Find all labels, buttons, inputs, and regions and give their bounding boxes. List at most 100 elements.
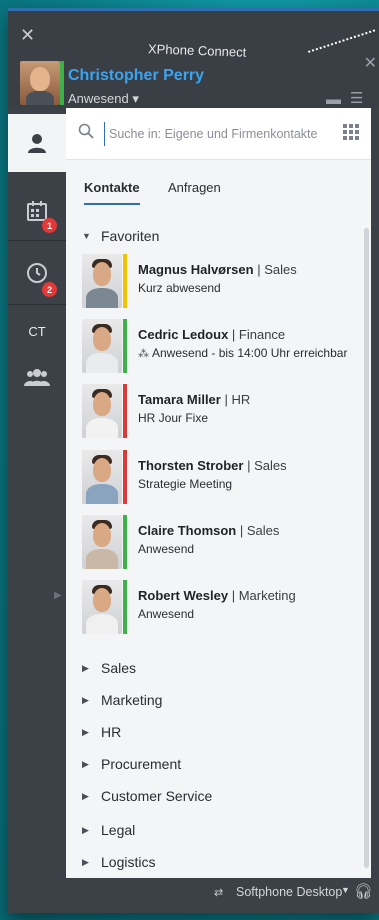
contact-row[interactable]: Robert Wesley | Marketing Anwesend: [82, 580, 362, 636]
presence-indicator: [123, 515, 127, 569]
contact-photo: [82, 384, 122, 438]
contact-photo-body: [86, 418, 118, 438]
group-legal[interactable]: ▶ Legal: [82, 818, 135, 842]
contact-status-line: Anwesend: [138, 607, 194, 621]
contact-name: Tamara Miller: [138, 392, 221, 407]
contact-photo: [82, 580, 122, 634]
contact-row[interactable]: Thorsten Strober | Sales Strategie Meetin…: [82, 450, 362, 506]
group-label: Favoriten: [101, 228, 160, 244]
contact-photo: [82, 319, 122, 373]
contact-name-line: Thorsten Strober | Sales: [138, 458, 287, 473]
contacts-panel: Kontakte Anfragen ▼ Favoriten Magnus Hal…: [66, 108, 371, 878]
group-hr[interactable]: ▶ HR: [82, 720, 121, 744]
contact-status-line: Anwesend: [138, 542, 194, 556]
contact-photo: [82, 254, 122, 308]
collapsed-triangle-icon: ▶: [82, 694, 89, 705]
group-label: Logistics: [101, 854, 156, 870]
contact-row[interactable]: Claire Thomson | Sales Anwesend: [82, 515, 362, 571]
contact-department: | Sales: [257, 262, 297, 277]
tab-kontakte[interactable]: Kontakte: [84, 180, 140, 205]
left-navigation: 1 2 CT ▶: [8, 108, 66, 913]
expanded-triangle-icon: ▼: [82, 231, 91, 241]
xphone-logo-icon: ✕: [20, 25, 36, 45]
contact-status: Kurz abwesend: [138, 281, 221, 295]
group-procurement[interactable]: ▶ Procurement: [82, 752, 181, 776]
contact-photo-body: [86, 614, 118, 634]
nav-history[interactable]: 2: [8, 244, 66, 302]
contact-row[interactable]: Magnus Halvørsen | Sales Kurz abwesend: [82, 254, 362, 310]
contact-name: Robert Wesley: [138, 588, 229, 603]
contact-status: HR Jour Fixe: [138, 411, 209, 425]
contact-photo-body: [86, 288, 118, 308]
contact-department: | Sales: [239, 523, 280, 538]
contact-name: Cedric Ledoux: [138, 327, 229, 342]
contact-row[interactable]: Tamara Miller | HR HR Jour Fixe: [82, 384, 362, 440]
group-label: Marketing: [101, 692, 163, 708]
contact-name-line: Magnus Halvørsen | Sales: [138, 262, 297, 277]
menu-icon[interactable]: ☰: [350, 89, 363, 107]
group-favoriten[interactable]: ▼ Favoriten: [82, 224, 159, 248]
contact-photo-body: [86, 549, 118, 569]
dialpad-grid-icon[interactable]: [343, 124, 359, 140]
contact-row[interactable]: Cedric Ledoux | Finance ⁂ Anwesend - bis 1…: [82, 319, 362, 375]
contact-department: | Finance: [231, 327, 286, 342]
collapsed-triangle-icon: ▶: [82, 790, 89, 801]
contact-status: Strategie Meeting: [138, 477, 233, 491]
contact-name-line: Claire Thomson | Sales: [138, 523, 279, 538]
group-label: Procurement: [101, 756, 182, 772]
collapsed-triangle-icon: ▶: [82, 726, 89, 737]
headset-icon[interactable]: 🎧︎: [354, 882, 373, 900]
user-avatar[interactable]: [20, 61, 60, 105]
collapsed-triangle-icon: ▶: [82, 824, 89, 835]
group-logistics[interactable]: ▶ Logistics: [82, 850, 155, 874]
collapsed-triangle-icon: ▶: [82, 758, 89, 769]
contact-name-line: Cedric Ledoux | Finance: [138, 327, 285, 342]
contact-name-line: Robert Wesley | Marketing: [138, 588, 296, 603]
collapsed-triangle-icon: ▶: [82, 662, 89, 673]
contact-status: Anwesend: [138, 607, 195, 621]
contact-status-line: Strategie Meeting: [138, 477, 232, 491]
presence-indicator: [123, 254, 127, 308]
presence-indicator: [123, 580, 127, 634]
history-badge: 2: [42, 282, 57, 297]
search-bar: [66, 108, 371, 160]
presence-indicator: [123, 384, 127, 438]
contact-photo: [82, 515, 122, 569]
person-icon: [28, 134, 46, 153]
nav-calendar[interactable]: 1: [8, 182, 66, 240]
contact-name: Claire Thomson: [138, 523, 237, 538]
contact-name: Thorsten Strober: [138, 458, 244, 473]
history-clock-icon: [27, 263, 47, 283]
contact-status: Anwesend - bis 14:00 Uhr erreichbar: [152, 346, 348, 360]
group-sales[interactable]: ▶ Sales: [82, 656, 136, 680]
user-status-dropdown[interactable]: Anwesend ▾: [68, 91, 139, 107]
contact-status-line: HR Jour Fixe: [138, 411, 208, 425]
contact-name: Magnus Halvørsen: [138, 262, 254, 277]
group-customer-service[interactable]: ▶ Customer Service: [82, 784, 212, 808]
nav-divider: [8, 240, 66, 241]
chevron-down-icon[interactable]: ▼: [341, 885, 350, 895]
app-title: XPhone Connect: [147, 41, 247, 60]
contact-status-line: Kurz abwesend: [138, 281, 221, 295]
contact-status-line: ⁂ Anwesend - bis 14:00 Uhr erreichbar: [138, 346, 347, 360]
contact-status: Anwesend: [138, 542, 195, 556]
collapse-arrow-icon[interactable]: ▶: [54, 590, 62, 601]
user-name: Christopher Perry: [68, 67, 205, 84]
scrollbar[interactable]: [364, 228, 369, 868]
contact-list: ▼ Favoriten Magnus Halvørsen | Sales Kurz…: [66, 220, 371, 878]
group-icon: [24, 369, 50, 386]
title-bar: ✕ XPhone Connect ✕ Christopher Perry Anw…: [8, 8, 379, 108]
group-label: Sales: [101, 660, 137, 676]
contact-photo-body: [86, 484, 118, 504]
softphone-selector[interactable]: Softphone Desktop: [236, 885, 342, 899]
nav-groups[interactable]: [8, 348, 66, 406]
group-label: Customer Service: [101, 788, 213, 804]
search-icon: [78, 123, 94, 144]
nav-contacts[interactable]: [8, 114, 66, 172]
search-input[interactable]: [104, 122, 324, 146]
group-marketing[interactable]: ▶ Marketing: [82, 688, 162, 712]
chat-icon[interactable]: ▬: [326, 91, 341, 108]
footer-bar: ⇄ Softphone Desktop ▼ 🎧︎: [66, 878, 373, 913]
presence-indicator: [123, 450, 127, 504]
tab-anfragen[interactable]: Anfragen: [168, 180, 221, 203]
